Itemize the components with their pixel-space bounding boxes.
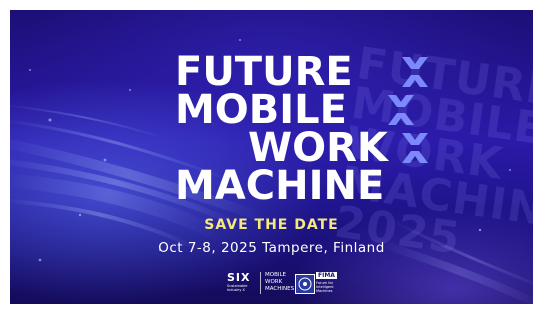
title-line-1: FUTURE: [175, 49, 353, 95]
six-logo-word: SIX: [227, 271, 251, 284]
x-mark-icon: [402, 57, 428, 87]
x-mark-icon: [402, 133, 428, 163]
title-line-2: MOBILE: [175, 87, 347, 133]
title-line-4: MACHINE: [175, 163, 385, 209]
fima-logo: FIMA Forum for Intelligent Machines: [295, 272, 337, 294]
x-mark-icon: [388, 95, 414, 125]
fima-badge-icon: [295, 274, 315, 294]
partner-logos: SIX Sustainable Industry X MOBILE WORK M…: [10, 272, 533, 296]
event-date-location: Oct 7-8, 2025 Tampere, Finland: [158, 240, 385, 256]
six-logo-subtitle: Sustainable Industry X: [227, 284, 248, 292]
title-line-3: WORK: [248, 125, 388, 171]
logo-divider: [260, 272, 261, 294]
fima-logo-subtitle: Forum for Intelligent Machines: [316, 281, 334, 293]
event-banner: FUTURE MOBILE WORK MACHINE 2025 FUTURE M…: [10, 10, 533, 304]
mobile-work-machines-label: MOBILE WORK MACHINES: [265, 272, 295, 292]
fima-logo-word: FIMA: [316, 272, 337, 279]
save-the-date-heading: SAVE THE DATE: [204, 217, 339, 233]
